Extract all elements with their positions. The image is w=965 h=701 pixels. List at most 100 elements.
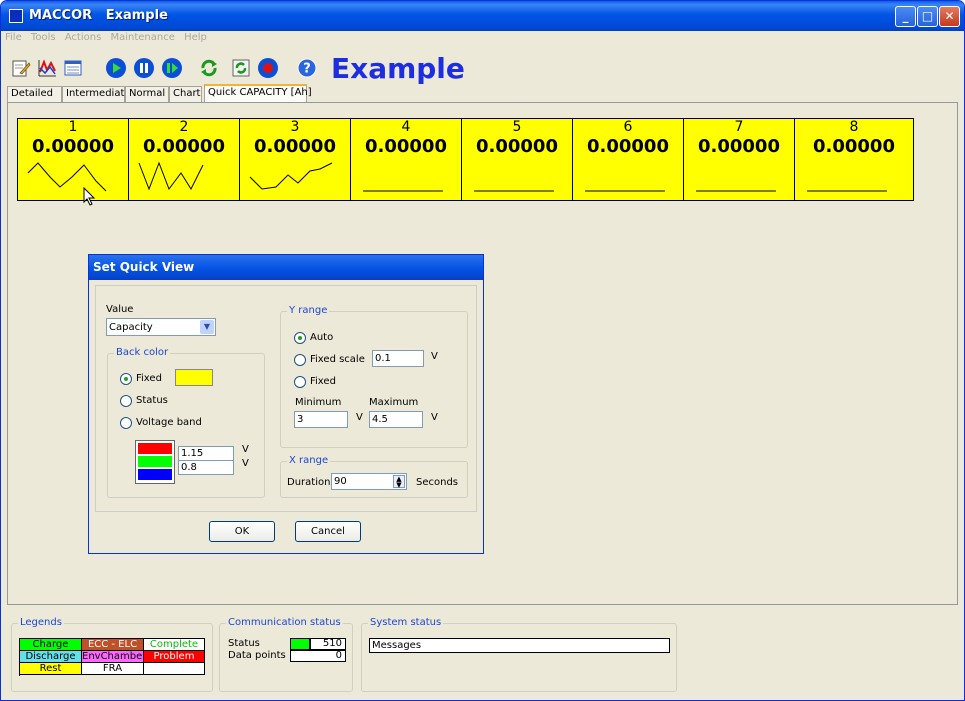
ok-button[interactable]: OK bbox=[209, 521, 275, 542]
channel-number: 1 bbox=[68, 119, 78, 135]
chevron-down-icon[interactable]: ▼ bbox=[200, 320, 214, 334]
tab-normal[interactable]: Normal bbox=[125, 86, 169, 102]
pause-icon[interactable] bbox=[133, 57, 155, 79]
band-lower-unit: V bbox=[242, 458, 249, 469]
channel-tile[interactable]: 4 0.00000 bbox=[351, 119, 462, 200]
legend-ecc-elc: ECC - ELC bbox=[82, 639, 144, 651]
duration-value: 90 bbox=[334, 476, 347, 487]
y-range-auto-radio[interactable] bbox=[294, 332, 306, 344]
spinner-arrows-icon[interactable]: ▲ ▼ bbox=[393, 475, 405, 489]
channel-sparkline bbox=[696, 190, 776, 192]
menu-maintenance[interactable]: Maintenance bbox=[110, 32, 174, 43]
maximum-input[interactable]: 4.5 bbox=[369, 411, 423, 428]
y-range-fixed-scale-radio[interactable] bbox=[294, 354, 306, 366]
voltage-band-swatches bbox=[135, 440, 175, 484]
minimize-button[interactable]: _ bbox=[895, 6, 916, 27]
tab-chart[interactable]: Chart bbox=[169, 86, 202, 102]
tab-intermediate[interactable]: Intermediate bbox=[62, 86, 131, 102]
channel-number: 2 bbox=[179, 119, 189, 135]
refresh-icon[interactable] bbox=[199, 58, 219, 78]
app-window: MACCOR Example _ □ ✕ File Tools Actions … bbox=[0, 0, 965, 701]
band-upper-unit: V bbox=[242, 444, 249, 455]
play-icon[interactable] bbox=[105, 57, 127, 79]
reload-icon[interactable] bbox=[231, 58, 251, 78]
dialog-body: Value Capacity ▼ Back color Fixed Status… bbox=[95, 285, 477, 512]
maximum-label: Maximum bbox=[369, 397, 419, 408]
edit-icon[interactable] bbox=[11, 58, 31, 78]
mouse-cursor-icon bbox=[83, 187, 96, 206]
fixed-scale-unit: V bbox=[431, 351, 438, 362]
legend-rest: Rest bbox=[20, 663, 82, 675]
channel-tile[interactable]: 7 0.00000 bbox=[684, 119, 795, 200]
value-label: Value bbox=[106, 304, 134, 315]
record-icon[interactable] bbox=[257, 57, 279, 79]
channel-tile[interactable]: 5 0.00000 bbox=[462, 119, 573, 200]
fixed-color-swatch[interactable] bbox=[175, 369, 213, 386]
channel-sparkline bbox=[27, 162, 107, 192]
fixed-scale-input[interactable]: 0.1 bbox=[372, 350, 424, 367]
band-low-swatch[interactable] bbox=[138, 469, 172, 480]
channel-sparkline bbox=[474, 190, 554, 192]
y-range-fixed-label: Fixed bbox=[310, 376, 336, 387]
svg-text:?: ? bbox=[303, 62, 311, 77]
window-title: MACCOR Example bbox=[29, 8, 168, 23]
communication-status-group: Communication status Status 510 Data poi… bbox=[219, 617, 353, 692]
tab-detailed[interactable]: Detailed bbox=[7, 86, 62, 102]
minimum-input[interactable]: 3 bbox=[294, 411, 348, 428]
duration-label: Duration bbox=[287, 477, 331, 488]
cancel-button[interactable]: Cancel bbox=[295, 521, 361, 542]
set-quick-view-dialog: Set Quick View Value Capacity ▼ Back col… bbox=[88, 254, 484, 554]
channel-tile[interactable]: 2 0.00000 bbox=[129, 119, 240, 200]
close-button[interactable]: ✕ bbox=[939, 6, 960, 27]
tab-quick-capacity[interactable]: Quick CAPACITY [Ah] bbox=[204, 84, 312, 103]
channel-tile[interactable]: 6 0.00000 bbox=[573, 119, 684, 200]
legends-group: Legends Charge ECC - ELC Complete Discha… bbox=[11, 617, 213, 692]
back-color-status-radio[interactable] bbox=[120, 395, 132, 407]
y-range-fixed-scale-label: Fixed scale bbox=[310, 354, 365, 365]
channel-sparkline bbox=[363, 190, 443, 192]
back-color-fixed-label: Fixed bbox=[136, 373, 162, 384]
channel-tile[interactable]: 3 0.00000 bbox=[240, 119, 351, 200]
menu-help[interactable]: Help bbox=[184, 32, 207, 43]
back-color-fixed-radio[interactable] bbox=[120, 373, 132, 385]
maximize-button[interactable]: □ bbox=[917, 6, 938, 27]
channel-value: 0.00000 bbox=[813, 136, 895, 157]
channel-tile[interactable]: 8 0.00000 bbox=[795, 119, 913, 200]
legend-envchamber: EnvChamber bbox=[82, 651, 144, 663]
menu-tools[interactable]: Tools bbox=[31, 32, 56, 43]
band-upper-input[interactable]: 1.15 bbox=[178, 446, 234, 461]
resume-icon[interactable] bbox=[161, 57, 183, 79]
data-points-label: Data points bbox=[228, 650, 286, 661]
value-select[interactable]: Capacity ▼ bbox=[106, 318, 216, 336]
back-color-status-label: Status bbox=[136, 395, 168, 406]
list-icon[interactable] bbox=[63, 58, 83, 78]
band-high-swatch[interactable] bbox=[138, 443, 172, 454]
channel-number: 6 bbox=[623, 119, 633, 135]
project-name: Example bbox=[105, 8, 168, 23]
legend-charge: Charge bbox=[20, 639, 82, 651]
dialog-title[interactable]: Set Quick View bbox=[89, 255, 483, 280]
system-status-label: System status bbox=[368, 617, 444, 628]
back-color-group-label: Back color bbox=[114, 347, 171, 358]
back-color-voltage-band-radio[interactable] bbox=[120, 417, 132, 429]
band-mid-swatch[interactable] bbox=[138, 456, 172, 467]
duration-stepper[interactable]: 90 ▲ ▼ bbox=[331, 473, 407, 490]
band-lower-input[interactable]: 0.8 bbox=[178, 460, 234, 475]
system-messages-field[interactable]: Messages bbox=[369, 638, 670, 653]
comm-status-indicator bbox=[290, 638, 310, 650]
status-area: Legends Charge ECC - ELC Complete Discha… bbox=[7, 605, 958, 698]
channel-value: 0.00000 bbox=[587, 136, 669, 157]
help-icon[interactable]: ? bbox=[297, 58, 317, 78]
menu-actions[interactable]: Actions bbox=[65, 32, 102, 43]
value-select-text: Capacity bbox=[109, 322, 153, 333]
channel-tile[interactable]: 1 0.00000 bbox=[18, 119, 129, 200]
legends-label: Legends bbox=[18, 617, 64, 628]
channel-strip: 1 0.00000 2 0.00000 3 0.00000 4 0.00000 … bbox=[17, 118, 914, 201]
graph-icon[interactable] bbox=[37, 58, 57, 78]
menu-file[interactable]: File bbox=[5, 32, 22, 43]
app-name: MACCOR bbox=[29, 8, 93, 23]
minimum-label: Minimum bbox=[295, 397, 342, 408]
y-range-fixed-radio[interactable] bbox=[294, 376, 306, 388]
title-bar[interactable]: MACCOR Example _ □ ✕ bbox=[1, 1, 964, 31]
menu-bar: File Tools Actions Maintenance Help bbox=[5, 32, 213, 48]
